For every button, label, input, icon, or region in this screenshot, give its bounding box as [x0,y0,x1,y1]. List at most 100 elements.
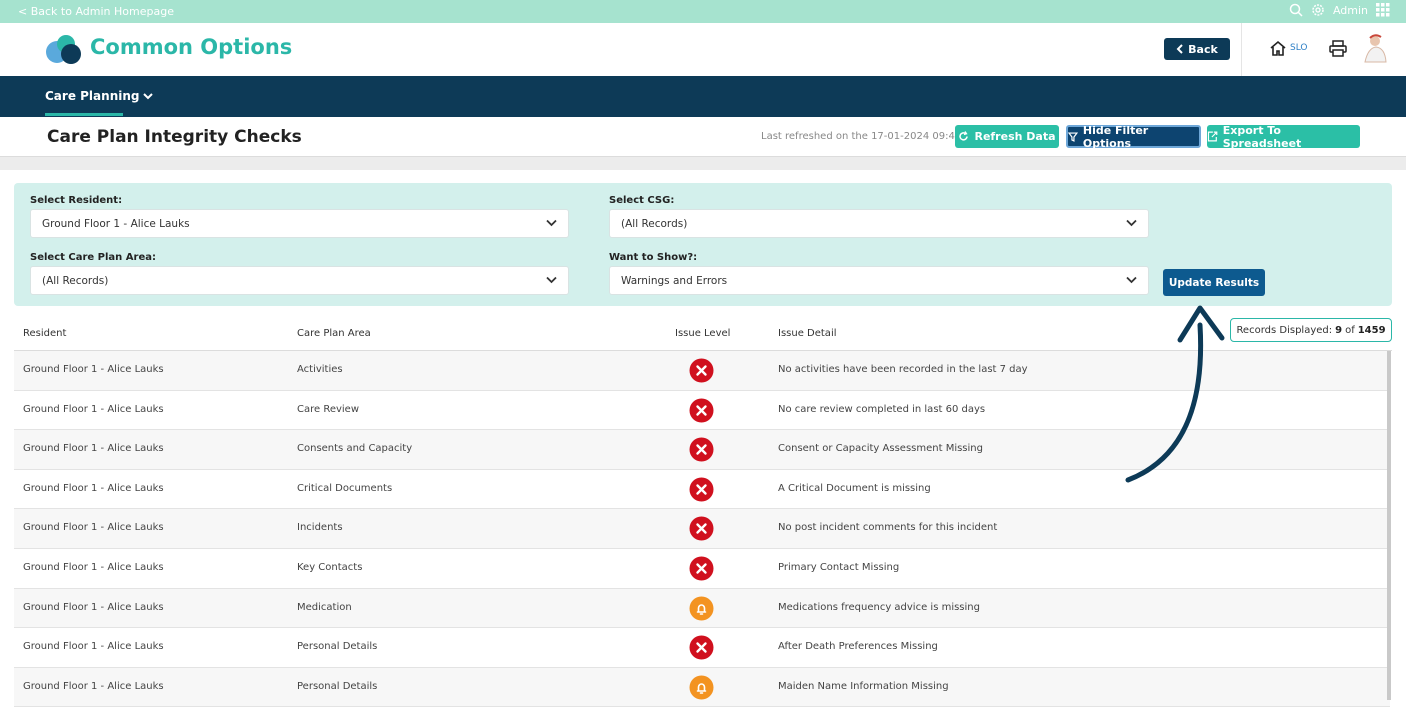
back-button[interactable]: Back [1164,38,1230,60]
chevron-down-icon [546,219,557,227]
want-to-show-select[interactable]: Warnings and Errors [609,266,1149,295]
care-plan-area-filter-label: Select Care Plan Area: [30,252,156,263]
nav-item-care-planning[interactable]: Care Planning [45,89,154,103]
cell-issue-detail: A Critical Document is missing [778,482,931,494]
cell-care-plan-area: Activities [297,364,343,375]
csg-select-value: (All Records) [621,217,688,230]
table-row[interactable]: Ground Floor 1 - Alice Lauks Medication Me… [14,588,1390,629]
nav-active-indicator [45,113,123,116]
cell-resident: Ground Floor 1 - Alice Lauks [23,443,164,455]
csg-filter-label: Select CSG: [609,195,675,206]
update-results-button[interactable]: Update Results [1163,269,1265,296]
cell-issue-detail: Primary Contact Missing [778,561,900,573]
csg-select[interactable]: (All Records) [609,209,1149,238]
cell-care-plan-area: Personal Details [297,680,378,692]
search-icon[interactable] [1289,3,1303,17]
avatar[interactable] [1360,32,1388,66]
export-to-spreadsheet-label: Export To Spreadsheet [1222,123,1302,150]
last-refreshed-text: Last refreshed on the 17-01-2024 09:47 [761,131,962,142]
error-icon [689,437,714,462]
cell-resident: Ground Floor 1 - Alice Lauks [23,601,164,613]
cell-resident: Ground Floor 1 - Alice Lauks [23,482,164,494]
column-header-care-plan-area[interactable]: Care Plan Area [297,328,371,339]
section-separator [0,156,1406,170]
export-icon [1207,131,1218,142]
resident-filter-label: Select Resident: [30,195,123,206]
admin-label[interactable]: Admin [1333,4,1368,17]
table-row[interactable]: Ground Floor 1 - Alice Lauks Incidents No … [14,509,1390,549]
error-icon [689,556,714,581]
cell-issue-detail: Maiden Name Information Missing [778,680,949,692]
top-bar: < Back to Admin Homepage Admin [0,0,1406,23]
column-header-resident[interactable]: Resident [23,328,66,339]
table-scrollbar[interactable] [1387,351,1391,700]
topbar-right: Admin [1289,3,1390,17]
error-icon [689,398,714,423]
cell-issue-detail: Consent or Capacity Assessment Missing [778,443,983,455]
table-row[interactable]: Ground Floor 1 - Alice Lauks Activities No… [14,351,1390,391]
table-row[interactable]: Ground Floor 1 - Alice Lauks Personal Det… [14,667,1390,707]
chevron-left-icon [1176,44,1183,54]
resident-select[interactable]: Ground Floor 1 - Alice Lauks [30,209,569,238]
app-title: Common Options [90,35,293,59]
cell-care-plan-area: Incidents [297,522,343,534]
cell-issue-detail: After Death Preferences Missing [778,641,938,653]
error-icon [689,516,714,541]
cell-care-plan-area: Consents and Capacity [297,443,413,455]
records-displayed-badge: Records Displayed: 9 of 1459 [1230,318,1392,342]
cell-issue-detail: Medications frequency advice is missing [778,601,980,613]
chevron-down-icon [546,276,557,284]
chevron-down-icon [143,93,154,100]
home-label[interactable]: SLO [1290,43,1308,53]
records-shown: 9 [1335,324,1343,336]
want-to-show-select-value: Warnings and Errors [621,274,728,287]
error-icon [689,358,714,383]
cell-care-plan-area: Key Contacts [297,561,363,573]
care-plan-area-select-value: (All Records) [42,274,109,287]
records-prefix: Records Displayed: [1236,324,1333,336]
cell-care-plan-area: Medication [297,601,352,613]
care-plan-area-select[interactable]: (All Records) [30,266,569,295]
page-title: Care Plan Integrity Checks [47,127,302,147]
chevron-down-icon [1126,276,1137,284]
cell-care-plan-area: Critical Documents [297,482,393,494]
table-row[interactable]: Ground Floor 1 - Alice Lauks Key Contacts… [14,549,1390,589]
hide-filter-options-label: Hide Filter Options [1082,123,1149,150]
want-to-show-filter-label: Want to Show?: [609,252,698,263]
cell-resident: Ground Floor 1 - Alice Lauks [23,561,164,573]
warning-icon [689,596,714,621]
table-row[interactable]: Ground Floor 1 - Alice Lauks Personal Det… [14,628,1390,668]
home-icon[interactable] [1269,40,1287,57]
settings-icon[interactable] [1311,3,1325,17]
cell-resident: Ground Floor 1 - Alice Lauks [23,403,164,415]
cell-care-plan-area: Care Review [297,403,360,415]
export-to-spreadsheet-button[interactable]: Export To Spreadsheet [1207,123,1360,150]
error-icon [689,477,714,502]
cell-issue-detail: No care review completed in last 60 days [778,403,986,415]
main-nav: Care Planning [0,76,1406,117]
cell-issue-detail: No post incident comments for this incid… [778,522,998,534]
refresh-data-button[interactable]: Refresh Data [955,125,1059,148]
back-button-label: Back [1188,42,1218,56]
print-icon[interactable] [1329,40,1347,57]
cell-resident: Ground Floor 1 - Alice Lauks [23,522,164,534]
apps-grid-icon[interactable] [1376,3,1390,17]
back-to-admin-link[interactable]: < Back to Admin Homepage [18,5,174,18]
cell-issue-detail: No activities have been recorded in the … [778,364,1028,375]
refresh-icon [959,131,969,141]
cell-resident: Ground Floor 1 - Alice Lauks [23,364,164,375]
header-divider [1241,23,1242,76]
logo[interactable] [44,34,84,66]
cell-resident: Ground Floor 1 - Alice Lauks [23,641,164,653]
error-icon [689,635,714,660]
hide-filter-options-button[interactable]: Hide Filter Options [1066,123,1201,150]
chevron-down-icon [1126,219,1137,227]
table-row[interactable]: Ground Floor 1 - Alice Lauks Critical Doc… [14,470,1390,510]
table-row[interactable]: Ground Floor 1 - Alice Lauks Care Review N… [14,391,1390,431]
table-row[interactable]: Ground Floor 1 - Alice Lauks Consents and… [14,430,1390,470]
issues-table-body: Ground Floor 1 - Alice Lauks Activities No… [14,351,1390,707]
resident-select-value: Ground Floor 1 - Alice Lauks [42,217,190,230]
records-total: 1459 [1357,324,1386,336]
column-header-issue-level[interactable]: Issue Level [675,328,730,339]
column-header-issue-detail[interactable]: Issue Detail [778,328,837,339]
